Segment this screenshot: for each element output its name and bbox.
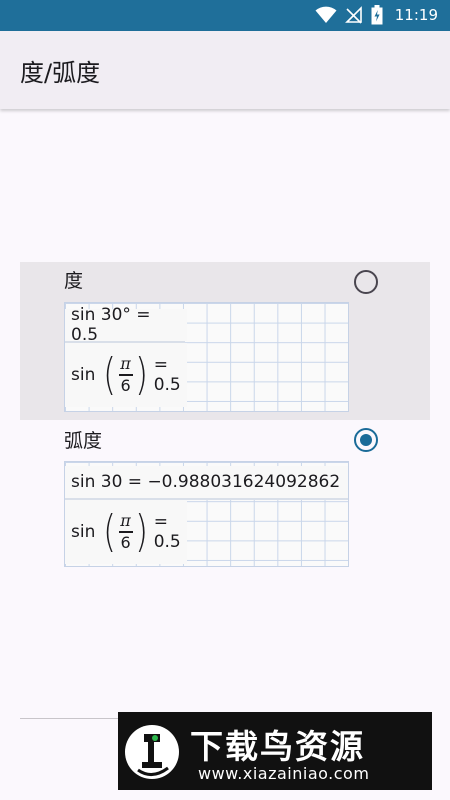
fraction-numerator: π [120,510,131,530]
fraction-denominator: 6 [120,532,131,552]
status-icons: 11:19 [315,5,438,25]
right-paren: ) [134,506,148,557]
sin-label: sin [71,365,96,385]
option-radian-label: 弧度 [64,430,103,452]
app-bar: 度/弧度 [0,31,450,109]
page-title: 度/弧度 [20,59,101,87]
sin-label: sin [71,522,96,542]
bird-logo-icon [125,725,179,779]
wifi-icon [315,6,337,23]
left-paren: ( [103,349,117,400]
fraction-denominator: 6 [120,375,131,395]
radian-equation-1: sin 30 = −0.988031624092862 [65,466,348,498]
radian-example-card: sin 30 = −0.988031624092862 sin ( π 6 ) … [64,461,349,567]
option-degree-label: 度 [64,270,84,292]
fraction: π 6 [118,510,133,552]
right-paren: ) [134,349,148,400]
radio-selected-dot [360,434,372,446]
fraction-group: ( π 6 ) [101,510,149,554]
battery-charging-icon [371,5,383,25]
watermark-url: www.xiazainiao.com [198,764,370,783]
equation-result: = 0.5 [153,355,181,395]
bottom-divider [20,718,120,719]
fraction: π 6 [118,353,133,395]
equation-result: = 0.5 [153,512,181,552]
watermark-banner: 下载鸟资源 www.xiazainiao.com [118,712,432,790]
no-signal-icon [344,6,362,24]
radio-radian[interactable] [354,428,378,452]
fraction-numerator: π [120,353,131,373]
fraction-group: ( π 6 ) [101,353,149,397]
left-paren: ( [103,506,117,557]
degree-equation-2: sin ( π 6 ) = 0.5 [65,343,187,407]
degree-equation-1: sin 30° = 0.5 [65,305,187,345]
status-bar: 11:19 [0,0,450,31]
clock: 11:19 [394,6,438,24]
option-radian[interactable]: 弧度 sin 30 = −0.988031624092862 sin ( π 6… [20,420,430,580]
option-degree[interactable]: 度 sin 30° = 0.5 sin ( π 6 ) = 0.5 [20,262,430,420]
watermark-title: 下载鸟资源 [190,727,365,766]
degree-example-card: sin 30° = 0.5 sin ( π 6 ) = 0.5 [64,302,349,412]
radian-equation-2: sin ( π 6 ) = 0.5 [65,500,187,564]
radio-degree[interactable] [354,270,378,294]
